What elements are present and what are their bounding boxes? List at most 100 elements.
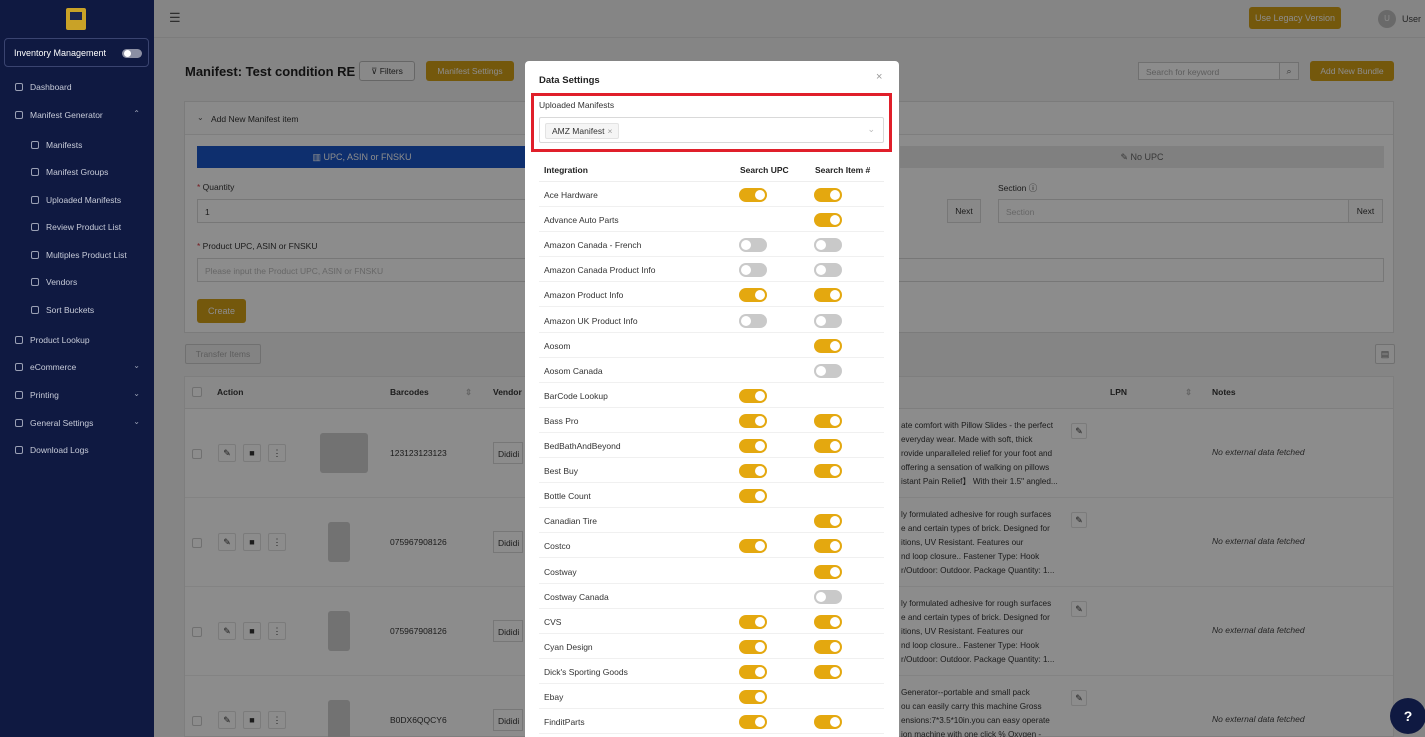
- sidebar-item-multiples-product-list[interactable]: Multiples Product List: [0, 246, 154, 266]
- search-upc-toggle[interactable]: [739, 263, 767, 278]
- toggle-knob: [830, 415, 840, 426]
- toggle-knob: [830, 190, 840, 200]
- integration-row: FinditParts: [539, 709, 884, 735]
- sidebar-item-label: General Settings: [30, 418, 94, 428]
- settings-icon: [15, 419, 23, 427]
- sidebar-item-manifests[interactable]: Manifests: [0, 136, 154, 156]
- sidebar-item-download-logs[interactable]: Download Logs: [0, 441, 154, 461]
- sidebar-item-general-settings[interactable]: General Settings ⌄: [0, 414, 154, 434]
- search-upc-toggle[interactable]: [739, 690, 767, 704]
- search-upc-toggle[interactable]: [739, 288, 767, 303]
- search-item-toggle[interactable]: [814, 664, 842, 679]
- search-upc-toggle[interactable]: [739, 489, 767, 504]
- chevron-down-icon: ⌄: [867, 124, 875, 134]
- toggle-knob: [741, 315, 751, 326]
- search-item-toggle[interactable]: [814, 363, 842, 378]
- search-item-toggle[interactable]: [814, 564, 842, 579]
- search-item-toggle[interactable]: [814, 188, 842, 202]
- sidebar-item-manifest-groups[interactable]: Manifest Groups: [0, 163, 154, 183]
- sitemap-icon: [15, 111, 23, 119]
- integration-row: BarCode Lookup: [539, 383, 884, 408]
- integration-row: Cyan Design: [539, 634, 884, 659]
- search-item-toggle[interactable]: [814, 413, 842, 428]
- search-item-toggle[interactable]: [814, 464, 842, 479]
- toggle-knob: [755, 491, 765, 502]
- col-search-item: Search Item #: [815, 165, 871, 175]
- search-upc-toggle[interactable]: [739, 639, 767, 654]
- file-icon: [31, 196, 39, 204]
- data-settings-modal: Data Settings × Uploaded Manifests AMZ M…: [525, 61, 899, 737]
- inventory-management-label: Inventory Management: [14, 48, 107, 58]
- uploaded-manifests-select[interactable]: AMZ Manifest × ⌄: [539, 117, 884, 143]
- integration-row: Bass Pro: [539, 408, 884, 433]
- sidebar-item-dashboard[interactable]: Dashboard: [0, 78, 154, 98]
- sidebar-item-vendors[interactable]: Vendors: [0, 273, 154, 293]
- cart-icon: [31, 278, 39, 286]
- search-upc-toggle[interactable]: [739, 238, 767, 253]
- file-icon: [15, 336, 23, 344]
- search-item-toggle[interactable]: [814, 715, 842, 730]
- search-upc-toggle[interactable]: [739, 313, 767, 328]
- sidebar-item-label: Sort Buckets: [46, 305, 95, 315]
- sidebar-item-label: Printing: [30, 390, 59, 400]
- toggle-knob: [830, 717, 840, 728]
- search-item-toggle[interactable]: [814, 514, 842, 529]
- toggle-knob: [830, 616, 840, 627]
- search-item-toggle[interactable]: [814, 263, 842, 278]
- integration-row: Advance Auto Parts: [539, 207, 884, 233]
- sidebar-item-product-lookup[interactable]: Product Lookup: [0, 331, 154, 351]
- inventory-management-toggle[interactable]: [122, 49, 142, 58]
- tag-remove-icon[interactable]: ×: [607, 126, 612, 136]
- search-upc-toggle[interactable]: [739, 439, 767, 453]
- search-item-toggle[interactable]: [814, 639, 842, 654]
- sidebar-item-printing[interactable]: Printing ⌄: [0, 386, 154, 406]
- search-item-toggle[interactable]: [814, 213, 842, 228]
- sidebar-item-sort-buckets[interactable]: Sort Buckets: [0, 301, 154, 321]
- close-icon[interactable]: ×: [876, 71, 882, 83]
- search-item-toggle[interactable]: [814, 338, 842, 353]
- toggle-knob: [755, 390, 765, 401]
- search-upc-toggle[interactable]: [739, 413, 767, 428]
- search-item-toggle[interactable]: [814, 238, 842, 253]
- toggle-knob: [830, 441, 840, 451]
- chevron-down-icon: ⌄: [133, 361, 140, 370]
- search-item-toggle[interactable]: [814, 288, 842, 303]
- sidebar: Inventory Management Dashboard Manifest G…: [0, 0, 154, 737]
- help-button[interactable]: ?: [1390, 698, 1425, 734]
- toggle-knob: [830, 340, 840, 351]
- sidebar-item-manifest-generator[interactable]: Manifest Generator ⌃: [0, 106, 154, 126]
- sidebar-item-uploaded-manifests[interactable]: Uploaded Manifests: [0, 191, 154, 211]
- search-upc-toggle[interactable]: [739, 188, 767, 202]
- sidebar-item-ecommerce[interactable]: eCommerce ⌄: [0, 358, 154, 378]
- toggle-knob: [741, 240, 751, 251]
- toggle-knob: [830, 541, 840, 552]
- integration-row: Amazon Canada Product Info: [539, 257, 884, 283]
- sidebar-item-review-product-list[interactable]: Review Product List: [0, 218, 154, 238]
- toggle-knob: [755, 441, 765, 451]
- integration-row: Amazon Product Info: [539, 282, 884, 308]
- search-item-toggle[interactable]: [814, 614, 842, 629]
- search-upc-toggle[interactable]: [739, 614, 767, 629]
- integration-name: Cyan Design: [544, 641, 593, 652]
- search-upc-toggle[interactable]: [739, 464, 767, 479]
- toggle-knob: [830, 516, 840, 527]
- toggle-knob: [830, 566, 840, 577]
- integration-row: CVS: [539, 609, 884, 634]
- modal-title: Data Settings: [539, 75, 600, 86]
- search-upc-toggle[interactable]: [739, 388, 767, 403]
- search-upc-toggle[interactable]: [739, 664, 767, 679]
- sidebar-item-label: Review Product List: [46, 222, 122, 232]
- sidebar-item-label: Multiples Product List: [46, 250, 127, 260]
- search-item-toggle[interactable]: [814, 313, 842, 328]
- search-upc-toggle[interactable]: [739, 539, 767, 554]
- search-upc-toggle[interactable]: [739, 715, 767, 730]
- sidebar-item-label: eCommerce: [30, 362, 77, 372]
- app-logo[interactable]: [66, 8, 86, 30]
- file-icon: [31, 251, 39, 259]
- chevron-up-icon: ⌃: [133, 109, 140, 118]
- search-item-toggle[interactable]: [814, 589, 842, 604]
- search-item-toggle[interactable]: [814, 439, 842, 453]
- integration-row: Best Buy: [539, 458, 884, 484]
- toggle-knob: [755, 666, 765, 677]
- search-item-toggle[interactable]: [814, 539, 842, 554]
